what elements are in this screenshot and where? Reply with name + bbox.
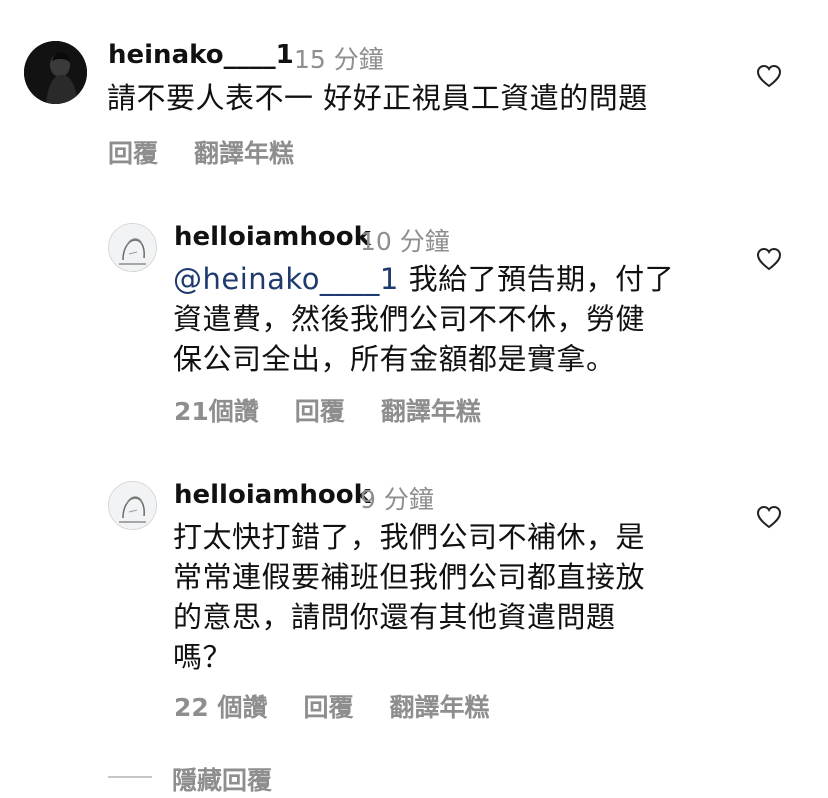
comment-actions: 回覆 翻譯年糕 [108, 134, 294, 170]
reply-text-line: 打太快打錯了，我們公司不補休，是 [173, 520, 646, 554]
like-heart-icon[interactable] [756, 64, 782, 88]
reply-text-line: 保公司全出，所有金額都是實拿。 [173, 342, 616, 376]
comment-text: 請不要人表不一 好好正視員工資遣的問題 [107, 81, 648, 115]
avatar-image [24, 41, 87, 104]
translate-button[interactable]: 翻譯年糕 [390, 688, 490, 724]
mention-link[interactable]: @heinako____1 [173, 262, 399, 296]
reply-button[interactable]: 回覆 [108, 134, 158, 170]
comment-time: 15 分鐘 [294, 45, 384, 74]
reply-button[interactable]: 回覆 [295, 392, 345, 428]
reply-text-line: 資遣費，然後我們公司不不休，勞健 [173, 302, 646, 336]
reply-username[interactable]: helloiamhook [174, 222, 371, 252]
hide-replies-button[interactable]: 隱藏回覆 [172, 761, 272, 797]
avatar[interactable] [108, 223, 157, 272]
reply-text-line: 的意思，請問你還有其他資遣問題 [173, 600, 616, 634]
avatar[interactable] [108, 481, 157, 530]
translate-button[interactable]: 翻譯年糕 [381, 392, 481, 428]
avatar-image [109, 482, 156, 529]
like-heart-icon[interactable] [756, 505, 782, 529]
reply-text-line: 常常連假要補班但我們公司都直接放 [173, 560, 646, 594]
comment-username[interactable]: heinako____1 [108, 40, 294, 70]
likes-count[interactable]: 22 個讚 [174, 688, 268, 724]
reply-actions: 21個讚 回覆 翻譯年糕 [174, 392, 481, 428]
reply-time: 10 分鐘 [360, 227, 450, 256]
hide-replies-divider [108, 776, 152, 778]
reply-text: 打太快打錯了，我們公司不補休，是 常常連假要補班但我們公司都直接放 的意思，請問… [173, 517, 713, 677]
like-heart-icon[interactable] [756, 247, 782, 271]
avatar-image [109, 224, 156, 271]
translate-button[interactable]: 翻譯年糕 [194, 134, 294, 170]
reply-button[interactable]: 回覆 [304, 688, 354, 724]
reply-text-line: 我給了預告期，付了 [398, 262, 675, 296]
avatar[interactable] [24, 41, 87, 104]
reply-text: @heinako____1 我給了預告期，付了 資遣費，然後我們公司不不休，勞健… [173, 259, 713, 379]
reply-time: 9 分鐘 [360, 485, 434, 514]
likes-count[interactable]: 21個讚 [174, 392, 259, 428]
reply-username[interactable]: helloiamhook [174, 480, 371, 510]
reply-actions: 22 個讚 回覆 翻譯年糕 [174, 688, 490, 724]
reply-text-line: 嗎？ [173, 640, 233, 674]
